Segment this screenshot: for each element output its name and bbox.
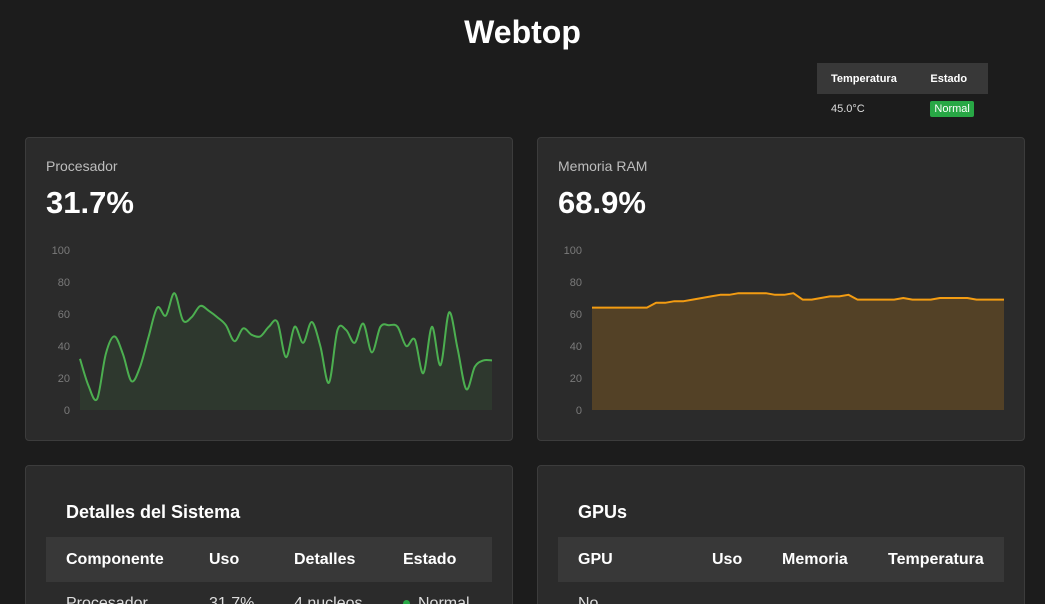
system-details-table: Componente Uso Detalles Estado Procesado… <box>46 537 492 604</box>
page-title: Webtop <box>464 14 581 50</box>
column-header-temperature: Temperatura <box>868 537 1004 582</box>
status-text: Normal <box>418 595 470 604</box>
status-badge: Normal <box>930 101 974 117</box>
table-row: Procesador 31.7% 4 nucleos Normal <box>46 582 492 604</box>
ram-chart-y-tick-label: 80 <box>570 277 582 289</box>
component-cell: Procesador <box>66 595 148 604</box>
gpus-table: GPU Uso Memoria Temperatura No <box>558 537 1004 604</box>
column-header-details: Detalles <box>274 537 383 582</box>
cpu-card: Procesador 31.7% 0 20 40 60 80 100 <box>25 137 513 441</box>
ram-chart-y-tick-label: 100 <box>564 245 582 257</box>
column-header-usage: Uso <box>189 537 274 582</box>
gpu-cell: No <box>578 595 599 604</box>
cpu-value: 31.7% <box>46 185 134 220</box>
cpu-chart-y-tick-label: 40 <box>58 341 70 353</box>
gpus-card: GPUs GPU Uso Memoria Temperatura No <box>537 465 1025 604</box>
ram-chart: 0 20 40 60 80 100 <box>564 245 1004 417</box>
ram-chart-y-tick-label: 20 <box>570 373 582 385</box>
status-header: Estado <box>916 63 988 94</box>
ram-chart-y-tick-label: 60 <box>570 309 582 321</box>
ram-card: Memoria RAM 68.9% 0 20 40 60 80 100 <box>537 137 1025 441</box>
usage-cell: 31.7% <box>209 595 255 604</box>
webtop-page: Webtop Temperatura Estado 45.0°C Normal … <box>0 0 1045 604</box>
details-cell: 4 nucleos <box>294 595 363 604</box>
table-row: 45.0°C Normal <box>817 94 988 124</box>
ram-chart-y-tick-label: 40 <box>570 341 582 353</box>
column-header-memory: Memoria <box>762 537 868 582</box>
cpu-chart: 0 20 40 60 80 100 <box>52 245 493 417</box>
ram-chart-area-fill <box>592 293 1004 410</box>
cpu-chart-y-tick-label: 100 <box>52 245 70 257</box>
column-header-component: Componente <box>46 537 189 582</box>
table-row: No <box>558 582 1004 604</box>
column-header-usage: Uso <box>692 537 762 582</box>
ram-value: 68.9% <box>558 185 646 220</box>
status-cell: Normal <box>383 582 492 604</box>
cpu-chart-y-tick-label: 20 <box>58 373 70 385</box>
column-header-status: Estado <box>383 537 492 582</box>
gpus-title: GPUs <box>578 502 628 522</box>
cpu-chart-y-tick-label: 80 <box>58 277 70 289</box>
temperature-value: 45.0°C <box>831 103 865 115</box>
cpu-label: Procesador <box>46 158 118 174</box>
status-dot-icon <box>403 600 410 604</box>
ram-label: Memoria RAM <box>558 158 648 174</box>
column-header-gpu: GPU <box>558 537 692 582</box>
cpu-chart-area-fill <box>80 293 492 410</box>
temperature-header: Temperatura <box>817 63 917 94</box>
system-details-card: Detalles del Sistema Componente Uso Deta… <box>25 465 513 604</box>
temperature-table: Temperatura Estado 45.0°C Normal <box>817 63 988 124</box>
cpu-chart-y-tick-label: 0 <box>64 405 70 417</box>
ram-chart-y-tick-label: 0 <box>576 405 582 417</box>
system-details-title: Detalles del Sistema <box>66 502 241 522</box>
cpu-chart-y-tick-label: 60 <box>58 309 70 321</box>
